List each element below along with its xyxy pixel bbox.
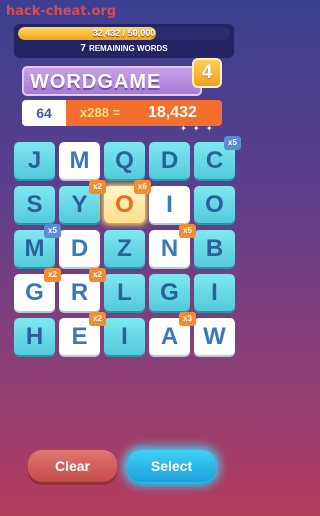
letter-tile[interactable]: Z	[104, 230, 145, 267]
remaining-count: 7	[80, 43, 86, 54]
letter-tile[interactable]: I	[104, 318, 145, 355]
multiplier-badge: x5	[179, 224, 196, 238]
sparkle-icon: ✦ ✦ ✦	[180, 124, 215, 133]
letter-tile[interactable]: S	[14, 186, 55, 223]
title-banner: WORDGAME	[22, 66, 202, 96]
letter-tile[interactable]: I	[194, 274, 235, 311]
remaining-label: REMAINING WORDS	[88, 44, 168, 53]
score-bar: 64 x288 = 18,432	[22, 100, 222, 126]
watermark: hack-cheat.org	[6, 4, 117, 19]
remaining-words: 7 REMAINING WORDS	[14, 43, 234, 54]
letter-tile[interactable]: M	[59, 142, 100, 179]
letter-tile[interactable]: G	[149, 274, 190, 311]
game-title: WORDGAME	[30, 71, 162, 93]
letter-tile[interactable]: D	[149, 142, 190, 179]
multiplier-badge: x2	[89, 180, 106, 194]
multiplier-badge: x2	[44, 268, 61, 282]
multiplier-badge: x2	[89, 312, 106, 326]
letter-tile[interactable]: L	[104, 274, 145, 311]
letter-tile[interactable]: J	[14, 142, 55, 179]
multiplier-badge: x5	[224, 136, 241, 150]
multiplier-badge: x6	[134, 180, 151, 194]
multiplier-badge: x5	[44, 224, 61, 238]
multiplier-badge: x3	[179, 312, 196, 326]
progress-text: 32,432 / 50,000	[92, 28, 156, 38]
score-total: 18,432	[148, 104, 197, 121]
progress-panel: 32,432 / 50,000 7 REMAINING WORDS	[14, 24, 234, 58]
letter-tile[interactable]: W	[194, 318, 235, 355]
letter-tile[interactable]: D	[59, 230, 100, 267]
multiplier-badge: x2	[89, 268, 106, 282]
letter-tile[interactable]: H	[14, 318, 55, 355]
letter-tile[interactable]: I	[149, 186, 190, 223]
letter-tile[interactable]: O	[194, 186, 235, 223]
letter-tile[interactable]: B	[194, 230, 235, 267]
letter-tile[interactable]: Q	[104, 142, 145, 179]
letter-grid: J M Q D C S Y O I O M D Z N B G R L G I H E I A Wx5 x6 x2 x5 x5 x2 x2 x…	[14, 136, 241, 366]
score-multiplier: x288 =	[80, 105, 121, 120]
select-button[interactable]: Select	[127, 450, 216, 482]
clear-button[interactable]: Clear	[28, 450, 117, 482]
score-base: 64	[22, 100, 66, 126]
level-badge: 4	[192, 58, 222, 88]
